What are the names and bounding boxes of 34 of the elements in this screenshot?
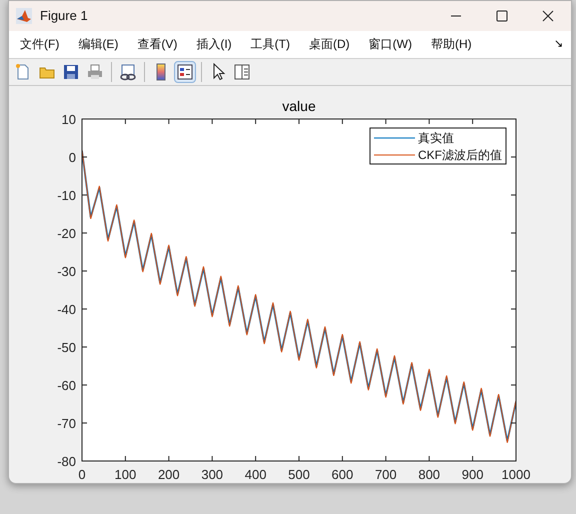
window-title: Figure 1	[40, 7, 88, 26]
y-tick-label: -10	[57, 188, 76, 203]
x-tick-label: 800	[418, 466, 440, 482]
x-tick-label: 300	[201, 466, 224, 482]
menu-item[interactable]: 文件(F)	[16, 35, 64, 54]
chart-title: value	[282, 98, 316, 114]
legend-label: 真实值	[418, 130, 454, 145]
menu-item[interactable]: 查看(V)	[133, 35, 182, 54]
y-tick-label: -70	[57, 416, 76, 431]
y-tick-label: -60	[57, 378, 76, 393]
y-tick-label: -80	[57, 454, 76, 469]
x-tick-label: 400	[244, 466, 266, 482]
y-tick-label: 0	[68, 150, 76, 165]
y-tick-label: -20	[57, 226, 76, 241]
x-tick-label: 900	[462, 466, 484, 482]
menu-item[interactable]: 编辑(E)	[74, 35, 122, 54]
x-tick-label: 500	[288, 466, 310, 482]
y-tick-label: -30	[57, 264, 76, 279]
legend-label: CKF滤波后的值	[418, 148, 502, 162]
y-tick-label: 10	[62, 112, 76, 127]
menu-item[interactable]: 插入(I)	[192, 35, 236, 54]
menu-item[interactable]: 帮助(H)	[426, 35, 476, 54]
y-tick-label: -50	[57, 340, 76, 355]
x-tick-label: 0	[78, 466, 86, 482]
menu-item[interactable]: 桌面(D)	[304, 35, 354, 54]
x-tick-label: 1000	[502, 466, 530, 482]
x-tick-label: 600	[332, 466, 354, 482]
x-tick-label: 700	[374, 466, 397, 482]
x-tick-label: 200	[158, 466, 180, 482]
y-tick-label: -40	[57, 302, 76, 317]
menu-item[interactable]: 工具(T)	[246, 35, 294, 54]
menu-item[interactable]: 窗口(W)	[364, 35, 416, 54]
x-tick-label: 100	[114, 466, 136, 482]
menu-overflow-icon[interactable]: ↘	[554, 36, 563, 53]
